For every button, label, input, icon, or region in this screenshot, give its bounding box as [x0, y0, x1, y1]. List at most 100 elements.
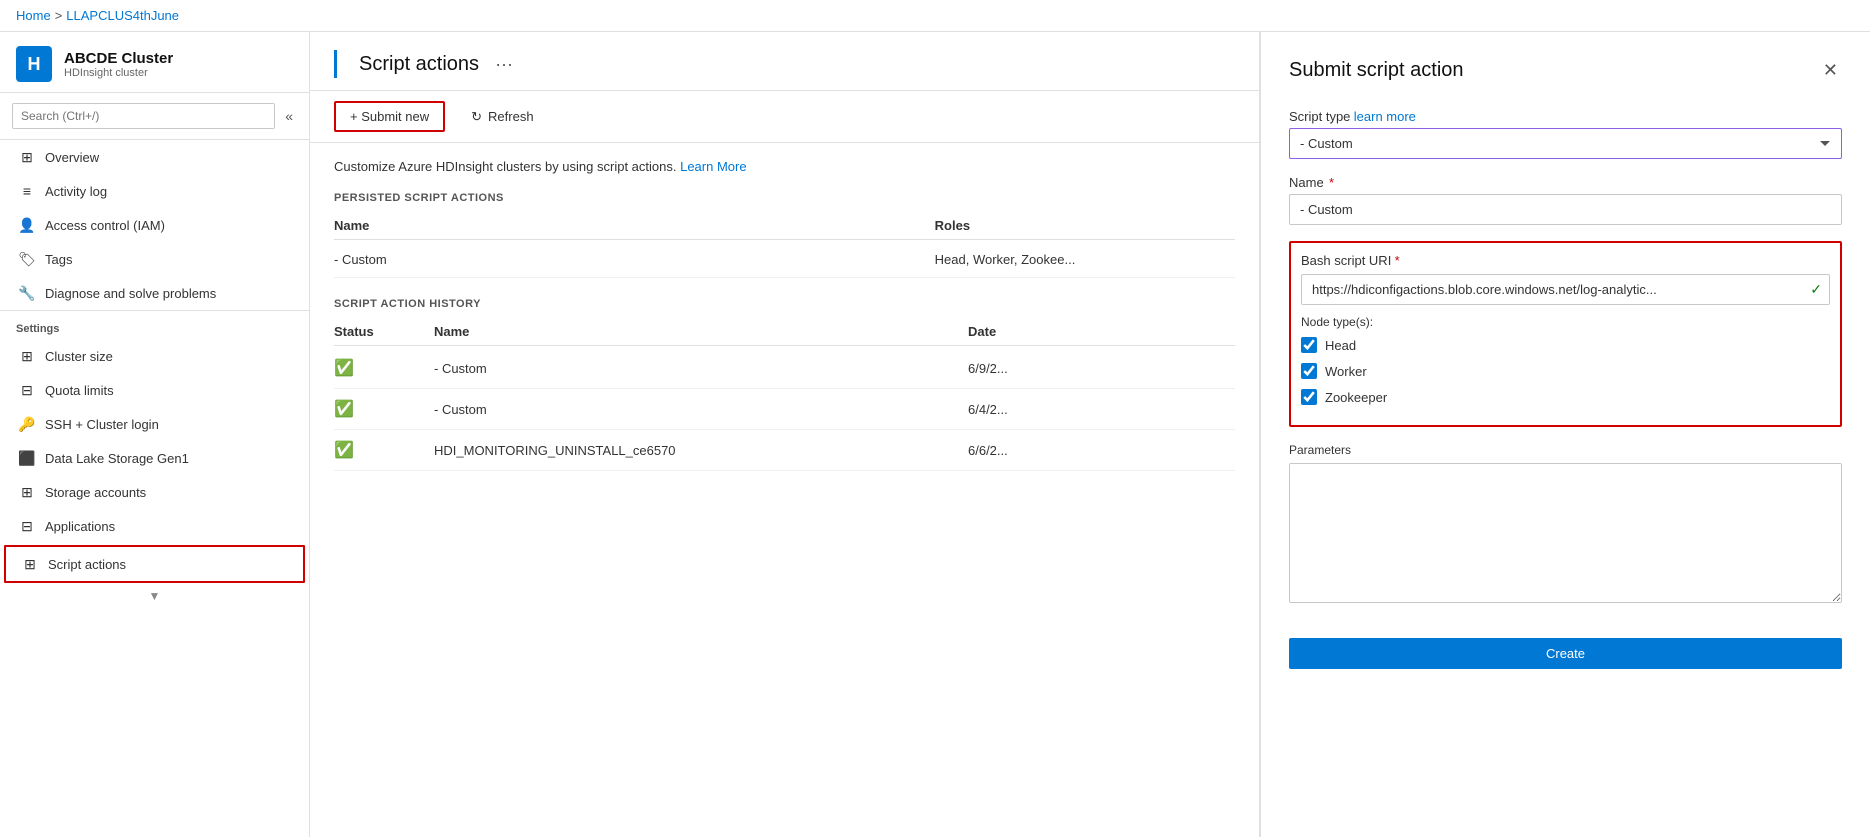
quota-limits-icon: ⊟: [19, 382, 35, 398]
content-header: Script actions ···: [310, 32, 1259, 91]
search-input[interactable]: [12, 103, 275, 129]
sidebar-item-data-lake[interactable]: ⬛ Data Lake Storage Gen1: [0, 441, 309, 475]
breadcrumb-cluster[interactable]: LLAPCLUS4thJune: [66, 8, 179, 23]
persisted-row-name: - Custom: [334, 252, 935, 267]
sidebar-item-ssh-login[interactable]: 🔑 SSH + Cluster login: [0, 407, 309, 441]
head-checkbox[interactable]: [1301, 337, 1317, 353]
node-type-worker-item: Worker: [1301, 363, 1830, 379]
bash-uri-label: Bash script URI *: [1301, 253, 1830, 268]
history-section-header: SCRIPT ACTION HISTORY: [334, 298, 1235, 310]
sidebar-item-diagnose-label: Diagnose and solve problems: [45, 286, 216, 301]
persisted-section-header: PERSISTED SCRIPT ACTIONS: [334, 192, 1235, 204]
refresh-icon: ↻: [471, 109, 482, 125]
bash-uri-input[interactable]: [1301, 274, 1830, 305]
sidebar-item-ssh-login-label: SSH + Cluster login: [45, 417, 159, 432]
name-input[interactable]: [1289, 194, 1842, 225]
sidebar-item-tags[interactable]: 🏷 Tags: [0, 242, 309, 276]
parameters-textarea[interactable]: [1289, 463, 1842, 603]
sidebar-item-applications[interactable]: ⊟ Applications: [0, 509, 309, 543]
sidebar-item-tags-label: Tags: [45, 252, 72, 267]
panel-title: Submit script action: [1289, 59, 1464, 82]
learn-more-link[interactable]: learn more: [1354, 109, 1416, 124]
history-row-date-1: 6/9/2...: [968, 361, 1235, 376]
create-button[interactable]: Create: [1289, 638, 1842, 669]
sidebar-item-script-actions-label: Script actions: [48, 557, 126, 572]
history-row-date-2: 6/4/2...: [968, 402, 1235, 417]
sidebar-item-cluster-size[interactable]: ⊞ Cluster size: [0, 339, 309, 373]
settings-section-label: Settings: [0, 310, 309, 339]
submit-new-button[interactable]: + Submit new: [334, 101, 445, 132]
sidebar-item-quota-limits-label: Quota limits: [45, 383, 114, 398]
sidebar-item-data-lake-label: Data Lake Storage Gen1: [45, 451, 189, 466]
data-lake-icon: ⬛: [19, 450, 35, 466]
sidebar-item-activity-log[interactable]: ≡ Activity log: [0, 174, 309, 208]
search-area: «: [0, 93, 309, 140]
breadcrumb-home[interactable]: Home: [16, 8, 51, 23]
submit-script-action-panel: Submit script action ✕ Script type learn…: [1260, 32, 1870, 837]
sidebar: H ABCDE Cluster HDInsight cluster « ⊞ Ov…: [0, 32, 310, 837]
worker-checkbox[interactable]: [1301, 363, 1317, 379]
close-panel-button[interactable]: ✕: [1819, 56, 1842, 85]
head-checkbox-label: Head: [1325, 338, 1356, 353]
script-type-group: Script type learn more - CustomBashPower…: [1289, 109, 1842, 159]
history-col-name: Name: [434, 324, 968, 339]
bash-uri-input-wrapper: ✓: [1301, 274, 1830, 305]
node-types-label: Node type(s):: [1301, 315, 1830, 329]
sidebar-item-overview[interactable]: ⊞ Overview: [0, 140, 309, 174]
bash-uri-required-indicator: *: [1395, 253, 1400, 268]
sidebar-item-storage-accounts[interactable]: ⊞ Storage accounts: [0, 475, 309, 509]
history-row-name-3: HDI_MONITORING_UNINSTALL_ce6570: [434, 443, 968, 458]
zookeeper-checkbox[interactable]: [1301, 389, 1317, 405]
cluster-name: ABCDE Cluster: [64, 50, 173, 67]
sidebar-item-overview-label: Overview: [45, 150, 99, 165]
cluster-type: HDInsight cluster: [64, 67, 173, 79]
script-type-label: Script type learn more: [1289, 109, 1842, 124]
status-success-icon-1: ✅: [334, 358, 434, 378]
script-actions-icon: ⊞: [22, 556, 38, 572]
history-row-name-2: - Custom: [434, 402, 968, 417]
node-type-zookeeper-item: Zookeeper: [1301, 389, 1830, 405]
toolbar: + Submit new ↻ Refresh: [310, 91, 1259, 143]
persisted-row-roles: Head, Worker, Zookee...: [935, 252, 1235, 267]
main-content: Script actions ··· + Submit new ↻ Refres…: [310, 32, 1260, 837]
name-label: Name *: [1289, 175, 1842, 190]
history-col-status: Status: [334, 324, 434, 339]
history-col-date: Date: [968, 324, 1235, 339]
applications-icon: ⊟: [19, 518, 35, 534]
node-types-section: Node type(s): Head Worker Zookeeper: [1301, 315, 1830, 405]
history-table-row: ✅ - Custom 6/4/2...: [334, 389, 1235, 430]
sidebar-item-cluster-size-label: Cluster size: [45, 349, 113, 364]
sidebar-item-access-control-label: Access control (IAM): [45, 218, 165, 233]
storage-accounts-icon: ⊞: [19, 484, 35, 500]
breadcrumb-separator: >: [55, 8, 63, 23]
parameters-label: Parameters: [1289, 443, 1842, 457]
sidebar-item-applications-label: Applications: [45, 519, 115, 534]
bash-uri-check-icon: ✓: [1810, 281, 1822, 298]
learn-more-link[interactable]: Learn More: [680, 159, 746, 174]
sidebar-item-storage-accounts-label: Storage accounts: [45, 485, 146, 500]
sidebar-item-quota-limits[interactable]: ⊟ Quota limits: [0, 373, 309, 407]
refresh-button[interactable]: ↻ Refresh: [457, 103, 547, 131]
scroll-down-indicator: ▼: [0, 585, 309, 607]
refresh-label: Refresh: [488, 109, 534, 124]
history-table-header: Status Name Date: [334, 318, 1235, 346]
sidebar-item-activity-log-label: Activity log: [45, 184, 107, 199]
sidebar-item-diagnose[interactable]: 🔧 Diagnose and solve problems: [0, 276, 309, 310]
persisted-col-roles: Roles: [935, 218, 1235, 233]
content-body: Customize Azure HDInsight clusters by us…: [310, 143, 1259, 837]
sidebar-item-access-control[interactable]: 👤 Access control (IAM): [0, 208, 309, 242]
tags-icon: 🏷: [19, 251, 35, 267]
cluster-size-icon: ⊞: [19, 348, 35, 364]
node-type-head-item: Head: [1301, 337, 1830, 353]
history-row-name-1: - Custom: [434, 361, 968, 376]
sidebar-item-script-actions[interactable]: ⊞ Script actions: [4, 545, 305, 583]
overview-icon: ⊞: [19, 149, 35, 165]
script-type-select[interactable]: - CustomBashPowerShell: [1289, 128, 1842, 159]
table-row: - Custom Head, Worker, Zookee...: [334, 242, 1235, 278]
cluster-header: H ABCDE Cluster HDInsight cluster: [0, 32, 309, 93]
more-options-button[interactable]: ···: [489, 52, 519, 77]
collapse-button[interactable]: «: [281, 104, 297, 128]
breadcrumb: Home > LLAPCLUS4thJune: [0, 0, 1870, 32]
status-success-icon-2: ✅: [334, 399, 434, 419]
activity-log-icon: ≡: [19, 183, 35, 199]
